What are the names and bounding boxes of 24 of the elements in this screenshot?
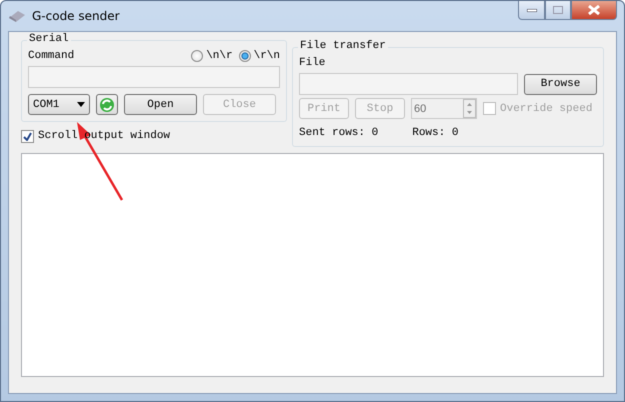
radio-button[interactable]: [238, 50, 251, 62]
file-field[interactable]: [299, 73, 518, 95]
radio-label: \r\n: [254, 49, 280, 63]
caret-icon: [77, 102, 85, 107]
checkbox[interactable]: [21, 130, 34, 142]
minimize-button[interactable]: [518, 1, 545, 20]
port-dropdown[interactable]: COM1: [28, 94, 90, 115]
command-field[interactable]: [28, 66, 280, 88]
browse-button[interactable]: Browse: [524, 74, 597, 94]
open-button[interactable]: Open: [124, 94, 197, 115]
field-label: Command: [28, 49, 74, 63]
window-title: G-code sender: [32, 9, 120, 23]
maximize-icon: [553, 6, 563, 14]
refresh-button[interactable]: [96, 94, 118, 115]
sent-rows-count: Sent rows: 0: [299, 126, 378, 140]
field-label: File: [299, 56, 326, 70]
rows-count: Rows: 0: [412, 126, 458, 140]
app-icon: [8, 9, 26, 23]
close-icon: [588, 5, 600, 15]
radio-label: \n\r: [206, 49, 233, 63]
radio-button[interactable]: [191, 50, 204, 62]
checkbox-label: Override speed: [500, 102, 592, 116]
minimize-icon: [526, 8, 536, 12]
close-button[interactable]: [571, 1, 617, 20]
